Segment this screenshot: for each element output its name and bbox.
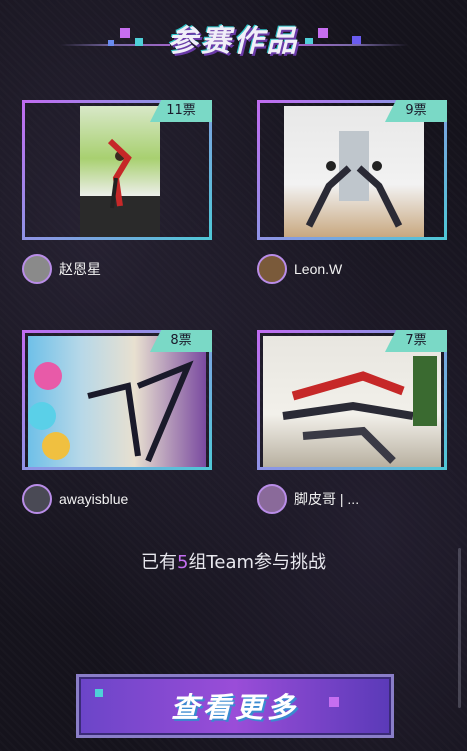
entry-photo (284, 106, 424, 237)
entry-author[interactable]: 脚皮哥 | ... (257, 484, 359, 514)
scrollbar[interactable] (458, 548, 461, 708)
section-header: 参赛作品 (0, 10, 467, 65)
entry-card[interactable]: 8票 (22, 330, 212, 470)
entry-photo (28, 336, 206, 467)
summary-suffix: 组Team参与挑战 (188, 552, 327, 573)
decor-square-icon (318, 28, 328, 38)
author-name: awayisblue (59, 491, 129, 507)
decor-square-icon (120, 28, 130, 38)
vote-count-badge: 11票 (150, 100, 212, 122)
author-name: 赵恩星 (59, 261, 101, 277)
title-divider-right (298, 44, 408, 46)
page-title: 参赛作品 (167, 23, 300, 59)
entry-author[interactable]: Leon.W (257, 254, 342, 284)
decor-square-icon (108, 40, 114, 46)
entry-card[interactable]: 11票 (22, 100, 212, 240)
avatar (257, 254, 287, 284)
decor-square-icon (329, 697, 339, 707)
summary-prefix: 已有 (140, 552, 177, 573)
view-more-label: 查看更多 (170, 691, 299, 724)
avatar (22, 254, 52, 284)
entry-author[interactable]: awayisblue (22, 484, 128, 514)
participation-summary: 已有5组Team参与挑战 (0, 548, 467, 574)
decor-square-icon (135, 38, 143, 46)
view-more-button[interactable]: 查看更多 (76, 674, 394, 738)
entry-card[interactable]: 7票 (257, 330, 447, 470)
vote-count-badge: 9票 (385, 100, 447, 122)
vote-count-badge: 7票 (385, 330, 447, 352)
author-name: 脚皮哥 | ... (294, 491, 360, 507)
decor-square-icon (95, 689, 103, 697)
avatar (257, 484, 287, 514)
entry-photo (263, 336, 441, 467)
avatar (22, 484, 52, 514)
vote-count-badge: 8票 (150, 330, 212, 352)
entry-card[interactable]: 9票 (257, 100, 447, 240)
entry-photo (80, 106, 160, 237)
entry-author[interactable]: 赵恩星 (22, 254, 101, 284)
author-name: Leon.W (294, 261, 343, 277)
title-divider-left (60, 44, 170, 46)
team-count: 5 (176, 552, 189, 573)
